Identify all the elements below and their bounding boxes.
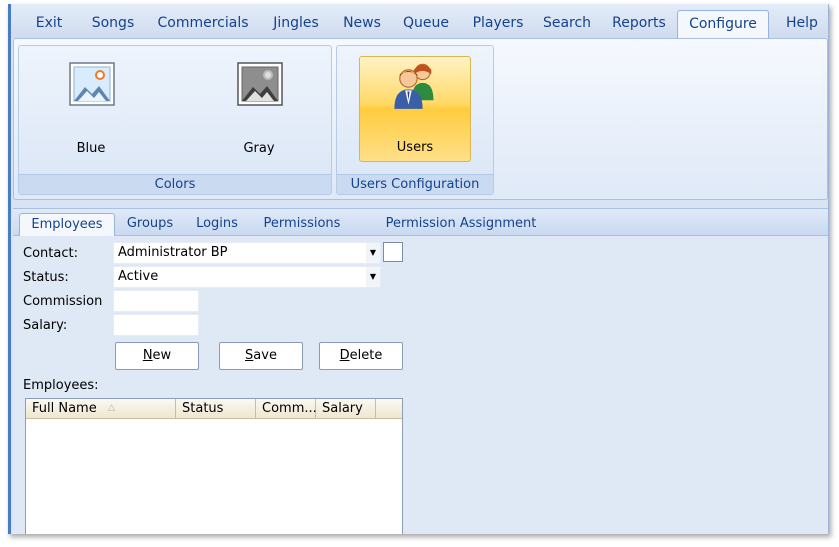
- users-configuration-group: Users Users Configuration: [336, 45, 494, 195]
- tab-reports[interactable]: Reports: [610, 10, 668, 38]
- subtab-permission-assignment[interactable]: Permission Assignment: [385, 213, 537, 237]
- tab-players[interactable]: Players: [469, 10, 527, 38]
- save-button[interactable]: Save: [219, 342, 303, 370]
- tab-commercials[interactable]: Commercials: [157, 10, 249, 38]
- contact-label: Contact:: [23, 246, 78, 261]
- blue-button-label: Blue: [76, 141, 106, 156]
- employees-grid[interactable]: Full Name △ Status Comm... Salary: [25, 398, 403, 534]
- column-status[interactable]: Status: [176, 399, 256, 419]
- users-button[interactable]: Users: [359, 56, 471, 162]
- employees-grid-header: Full Name △ Status Comm... Salary: [26, 399, 402, 419]
- ribbon-panel: Blue Gray Colors Users Users Configurati…: [13, 38, 828, 200]
- subtab-groups[interactable]: Groups: [123, 213, 177, 237]
- users-configuration-label: Users Configuration: [337, 174, 493, 194]
- contact-value: Administrator BP: [118, 245, 228, 260]
- column-salary[interactable]: Salary: [316, 399, 376, 419]
- tab-jingles[interactable]: Jingles: [268, 10, 324, 38]
- gray-button-label: Gray: [243, 141, 275, 156]
- employees-list-label: Employees:: [23, 378, 99, 393]
- users-button-label: Users: [396, 140, 434, 155]
- employees-subtabs: Employees Groups Logins Permissions Perm…: [13, 208, 828, 237]
- subtab-logins[interactable]: Logins: [193, 213, 241, 237]
- contact-combo[interactable]: Administrator BP ▼: [113, 242, 381, 264]
- status-dropdown-arrow-icon[interactable]: ▼: [366, 267, 380, 287]
- status-combo[interactable]: Active ▼: [113, 266, 381, 288]
- subtab-permissions[interactable]: Permissions: [261, 213, 343, 237]
- colors-group-label: Colors: [19, 174, 331, 194]
- employees-panel: Contact: Administrator BP ▼ Status: Acti…: [13, 236, 828, 534]
- ribbon-tabs: Exit Songs Commercials Jingles News Queu…: [11, 4, 828, 38]
- tab-queue[interactable]: Queue: [401, 10, 451, 38]
- users-icon: [394, 63, 434, 109]
- subtab-employees[interactable]: Employees: [19, 213, 115, 237]
- picture-blue-icon: [69, 62, 115, 106]
- sort-ascending-icon: △: [108, 403, 115, 413]
- commission-input[interactable]: [113, 290, 199, 312]
- column-commission[interactable]: Comm...: [256, 399, 317, 419]
- column-full-name[interactable]: Full Name △: [26, 399, 176, 419]
- status-label: Status:: [23, 270, 69, 285]
- tab-songs[interactable]: Songs: [87, 10, 139, 38]
- tab-configure[interactable]: Configure: [677, 10, 769, 38]
- tab-search[interactable]: Search: [542, 10, 592, 38]
- salary-label: Salary:: [23, 318, 68, 333]
- contact-dropdown-arrow-icon[interactable]: ▼: [366, 243, 380, 263]
- tab-help[interactable]: Help: [784, 10, 820, 38]
- tab-news[interactable]: News: [341, 10, 383, 38]
- colors-group: Blue Gray Colors: [18, 45, 332, 195]
- contact-extra-box[interactable]: [383, 242, 403, 262]
- blue-button[interactable]: Blue: [35, 56, 147, 162]
- delete-button[interactable]: Delete: [319, 342, 403, 370]
- picture-gray-icon: [237, 62, 283, 106]
- tab-exit[interactable]: Exit: [31, 10, 67, 38]
- commission-label: Commission: [23, 294, 103, 309]
- status-value: Active: [118, 269, 159, 284]
- app-window: Exit Songs Commercials Jingles News Queu…: [8, 4, 829, 534]
- new-button[interactable]: New: [115, 342, 199, 370]
- salary-input[interactable]: [113, 314, 199, 336]
- gray-button[interactable]: Gray: [203, 56, 315, 162]
